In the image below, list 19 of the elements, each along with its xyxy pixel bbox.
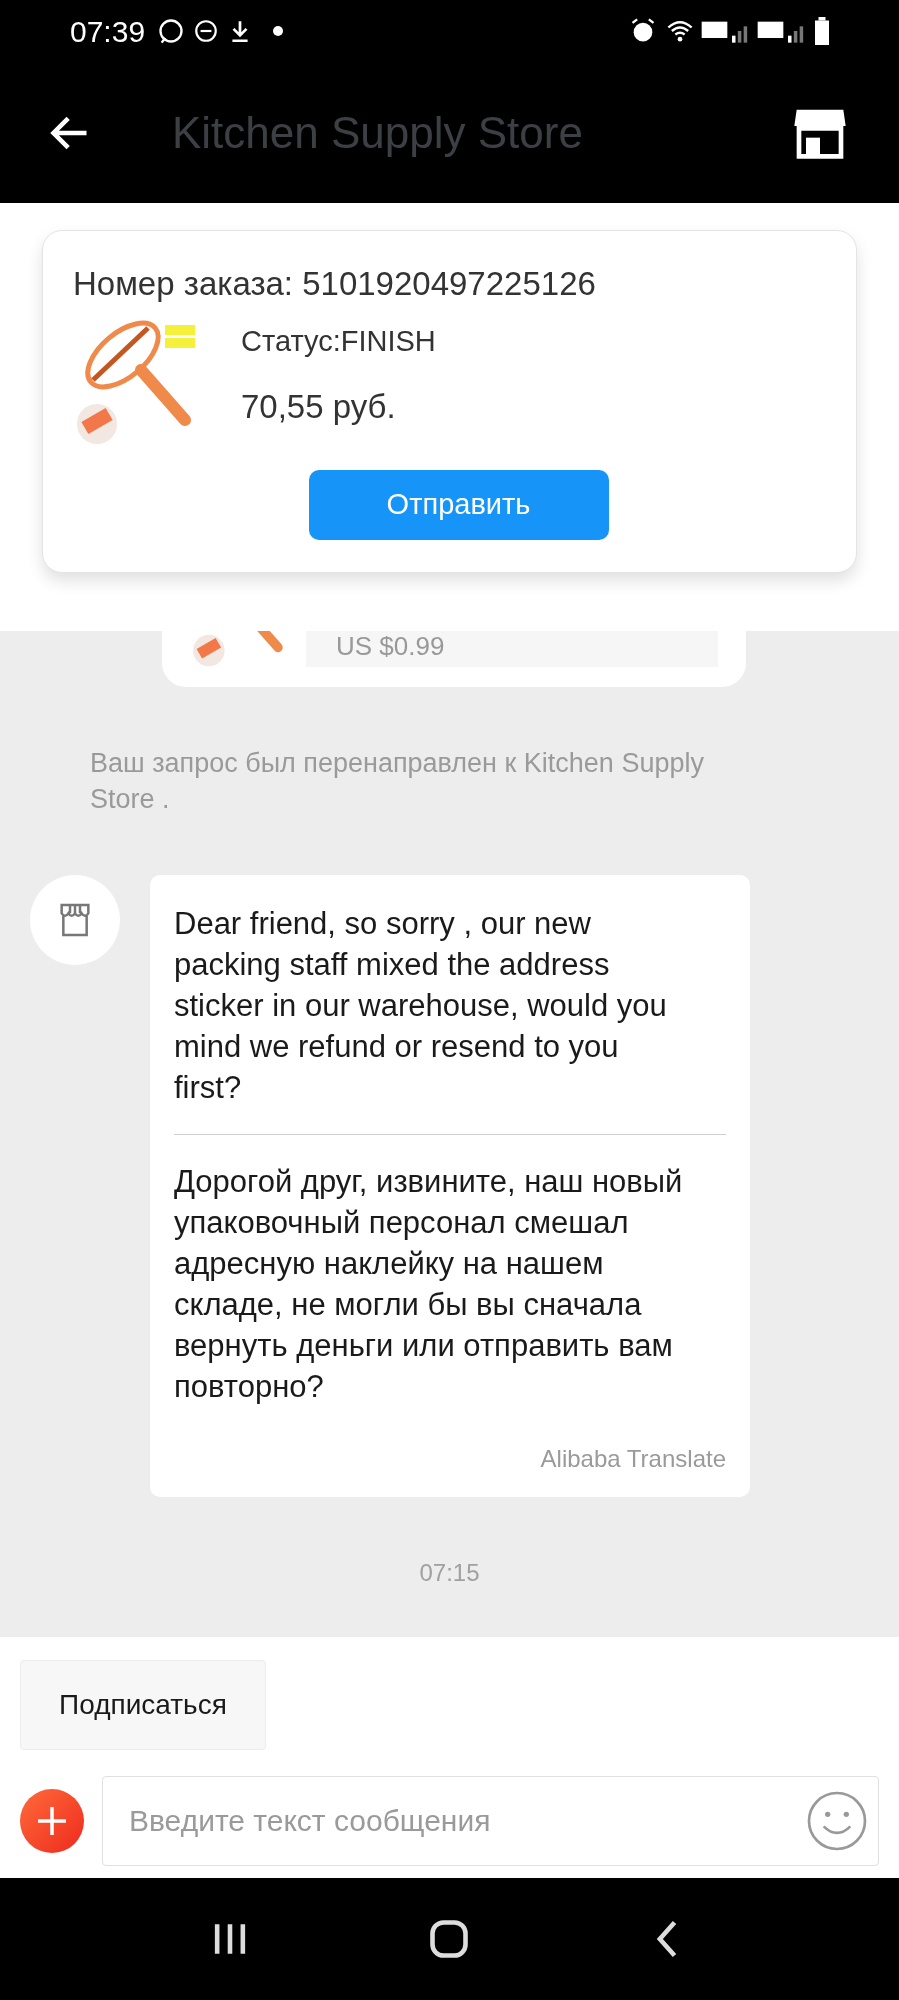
message-input[interactable]: Введите текст сообщения (102, 1776, 879, 1866)
minus-circle-icon (193, 18, 220, 44)
message-text: Dear friend, so sorry , our new packing staff mixed the address sticker in our warehouse, would you mind we refund or resend to you first? (174, 905, 668, 1107)
translated-text: Дорогой друг, извините, наш новый упаковочный персонал смешал адресную наклейку на нашем складе, не могли бы вы сначала вернуть деньги или отправить вам повторно? (174, 1163, 684, 1406)
subscribe-button[interactable]: Подписаться (20, 1660, 266, 1750)
emoji-icon[interactable] (805, 1789, 869, 1853)
order-status: Статус:FINISH (241, 324, 436, 359)
message-time: 07:15 (419, 1558, 480, 1588)
store-title: Kitchen Supply Store (172, 106, 583, 159)
battery-icon (815, 17, 829, 45)
translator-label: Alibaba Translate (540, 1444, 726, 1474)
order-number: Номер заказа: 5101920497225126 (73, 267, 597, 300)
add-icon[interactable] (20, 1789, 84, 1853)
status-time: 07:39 (70, 13, 146, 50)
system-message: Ваш запрос был перенаправлен к Kitchen Supply Store . (90, 747, 705, 816)
dot-icon (273, 26, 284, 36)
chat-bubble-icon (157, 17, 186, 45)
order-price: 70,55 руб. (241, 386, 397, 427)
product-price: US $0.99 (336, 631, 445, 661)
